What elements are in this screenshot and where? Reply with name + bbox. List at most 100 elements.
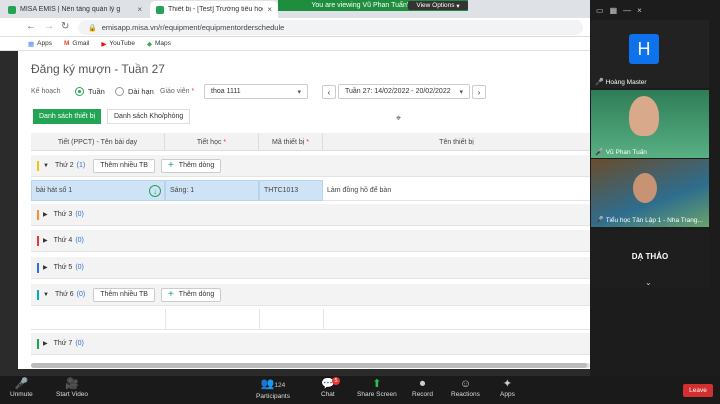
scrollbar-thumb[interactable]	[31, 363, 587, 368]
bookmark-label: Apps	[37, 40, 52, 47]
radio-week-label: Tuần	[88, 87, 105, 96]
bookmark-apps[interactable]: ▦ Apps	[28, 40, 52, 48]
group-row-monday[interactable]: ▼ Thứ 2 (1) Thêm nhiều TB + Thêm dòng	[31, 155, 590, 177]
period-text: Sáng: 1	[170, 187, 195, 194]
group-color-bar	[37, 338, 39, 349]
button-label: Reactions	[451, 391, 480, 398]
participant-tile-tanlap[interactable]: 🎤 Tiểu học Tân Lập 1 - Nha Trang...	[591, 159, 709, 227]
add-row-button[interactable]: + Thêm dòng	[160, 158, 222, 173]
forward-icon[interactable]: →	[44, 21, 54, 32]
column-divider	[165, 309, 166, 330]
participant-tile-hoang[interactable]: H 🎤 Hoàng Master	[591, 20, 709, 88]
lock-icon: 🔒	[88, 24, 97, 32]
group-color-bar	[37, 209, 39, 220]
minimize-icon[interactable]: —	[623, 6, 631, 15]
prev-week-button[interactable]: ‹	[322, 85, 336, 99]
empty-table-row[interactable]	[31, 309, 590, 330]
device-text: Làm đồng hồ để bàn	[327, 186, 392, 194]
person-figure	[629, 96, 659, 136]
add-many-devices-button[interactable]: Thêm nhiều TB	[93, 287, 155, 302]
participant-tile-dathao[interactable]: DẠ THẢO ⌄	[591, 230, 709, 288]
caret-down-icon[interactable]: ▼	[43, 292, 49, 298]
share-screen-button[interactable]: ⬆ Share Screen	[357, 378, 397, 398]
bookmark-gmail[interactable]: M Gmail	[64, 40, 89, 47]
reload-icon[interactable]: ↻	[61, 21, 69, 32]
participants-button[interactable]: 👥124 Participants	[256, 378, 290, 400]
browser-tab-equipment[interactable]: Thiết bị - [Test] Trường tiểu học l ×	[150, 1, 278, 18]
view-options-button[interactable]: View Options ▾	[408, 1, 468, 10]
leave-button[interactable]: Leave	[683, 384, 713, 397]
bookmark-label: Gmail	[72, 40, 90, 47]
unmute-button[interactable]: 🎤 Unmute	[10, 378, 33, 398]
participant-name-large: DẠ THẢO	[631, 252, 669, 261]
table-header: Tiết (PPCT) - Tên bài dạy Tiết học * Mã …	[31, 133, 590, 151]
record-icon: ⏺	[419, 378, 426, 390]
cell-period[interactable]: Sáng: 1	[165, 180, 259, 201]
gallery-icon[interactable]: ▦	[610, 6, 618, 15]
group-row-thursday[interactable]: ▶ Thứ 5 (0)	[31, 257, 590, 279]
mic-muted-icon: 🎤	[14, 378, 29, 390]
chevron-down-icon: ▾	[297, 88, 301, 96]
column-divider	[323, 309, 324, 330]
group-name: Thứ 5	[53, 264, 73, 271]
cell-code[interactable]: THTC1013	[259, 180, 323, 201]
week-select[interactable]: Tuần 27: 14/02/2022 - 20/02/2022 ▾	[338, 84, 470, 99]
reactions-button[interactable]: ☺ Reactions	[451, 378, 480, 398]
browser-tab-misa[interactable]: MISA EMIS | Nền tảng quản lý gi ×	[2, 1, 148, 18]
group-count: (0)	[75, 211, 84, 218]
video-off-icon: 🎥	[65, 378, 79, 390]
back-icon[interactable]: ←	[26, 21, 36, 32]
tab-device-list[interactable]: Danh sách thiết bị	[33, 109, 102, 124]
radio-week[interactable]: Tuần	[75, 87, 105, 96]
caret-right-icon[interactable]: ▶	[43, 211, 48, 218]
participant-name-text: Hoàng Master	[605, 78, 647, 86]
caret-down-icon[interactable]: ▼	[43, 163, 49, 169]
col-header-lesson: Tiết (PPCT) - Tên bài dạy	[31, 133, 165, 151]
radio-long-term[interactable]: Dài hạn	[115, 87, 154, 96]
col-header-label: Tên thiết bị	[439, 138, 474, 146]
mic-muted-icon: 🎤	[595, 149, 604, 156]
teacher-select[interactable]: thoa 1111 ▾	[204, 84, 308, 99]
record-button[interactable]: ⏺ Record	[412, 378, 433, 398]
button-label: Start Video	[56, 391, 89, 398]
close-panel-icon[interactable]: ×	[637, 6, 642, 15]
button-label: Thêm dòng	[178, 162, 215, 169]
group-name: Thứ 6	[54, 291, 74, 298]
reactions-icon: ☺	[459, 378, 472, 390]
participant-tile-tuan[interactable]: 🎤 Vũ Phan Tuấn	[591, 90, 709, 158]
download-circle-icon[interactable]: ↓	[149, 185, 161, 197]
close-tab-icon[interactable]: ×	[267, 5, 272, 14]
close-tab-icon[interactable]: ×	[137, 5, 142, 14]
participant-name-text: Vũ Phan Tuấn	[605, 148, 647, 156]
button-label: Record	[412, 391, 433, 398]
radio-long-label: Dài hạn	[128, 87, 154, 96]
tab-room-list[interactable]: Danh sách Kho/phòng	[107, 109, 191, 124]
group-row-wednesday[interactable]: ▶ Thứ 4 (0)	[31, 230, 590, 252]
add-many-devices-button[interactable]: Thêm nhiều TB	[93, 158, 155, 173]
apps-icon: ✦	[502, 378, 513, 390]
start-video-button[interactable]: 🎥 Start Video	[56, 378, 88, 398]
participant-name: 🎤 Vũ Phan Tuấn	[595, 148, 647, 157]
table-row[interactable]: bài hát số 1 ↓ Sáng: 1 THTC1013 Làm đồng…	[31, 180, 590, 201]
apps-grid-icon: ▦	[28, 40, 35, 48]
view-toggle-icon[interactable]: ▭	[596, 6, 604, 15]
apps-button[interactable]: ✦ Apps	[500, 378, 515, 398]
bookmark-youtube[interactable]: ▶ YouTube	[101, 40, 135, 48]
group-row-friday[interactable]: ▼ Thứ 6 (0) Thêm nhiều TB + Thêm dòng	[31, 284, 590, 306]
caret-right-icon[interactable]: ▶	[43, 264, 48, 271]
mouse-cursor-icon: ⌖	[396, 113, 402, 123]
group-row-saturday[interactable]: ▶ Thứ 7 (0)	[31, 333, 590, 355]
group-row-tuesday[interactable]: ▶ Thứ 3 (0)	[31, 204, 590, 226]
cell-device-name[interactable]: Làm đồng hồ để bàn	[323, 180, 590, 201]
url-field[interactable]: 🔒 emisapp.misa.vn/r/equipment/equipmento…	[78, 20, 583, 35]
chevron-down-icon[interactable]: ⌄	[645, 278, 652, 287]
bookmark-maps[interactable]: ◆ Maps	[147, 40, 171, 48]
next-week-button[interactable]: ›	[472, 85, 486, 99]
group-color-bar	[37, 289, 39, 300]
add-row-button[interactable]: + Thêm dòng	[160, 287, 222, 302]
cell-lesson[interactable]: bài hát số 1 ↓	[31, 180, 165, 201]
caret-right-icon[interactable]: ▶	[43, 237, 48, 244]
participant-count: 124	[274, 382, 286, 389]
caret-right-icon[interactable]: ▶	[43, 340, 48, 347]
button-label: Share Screen	[357, 391, 397, 398]
